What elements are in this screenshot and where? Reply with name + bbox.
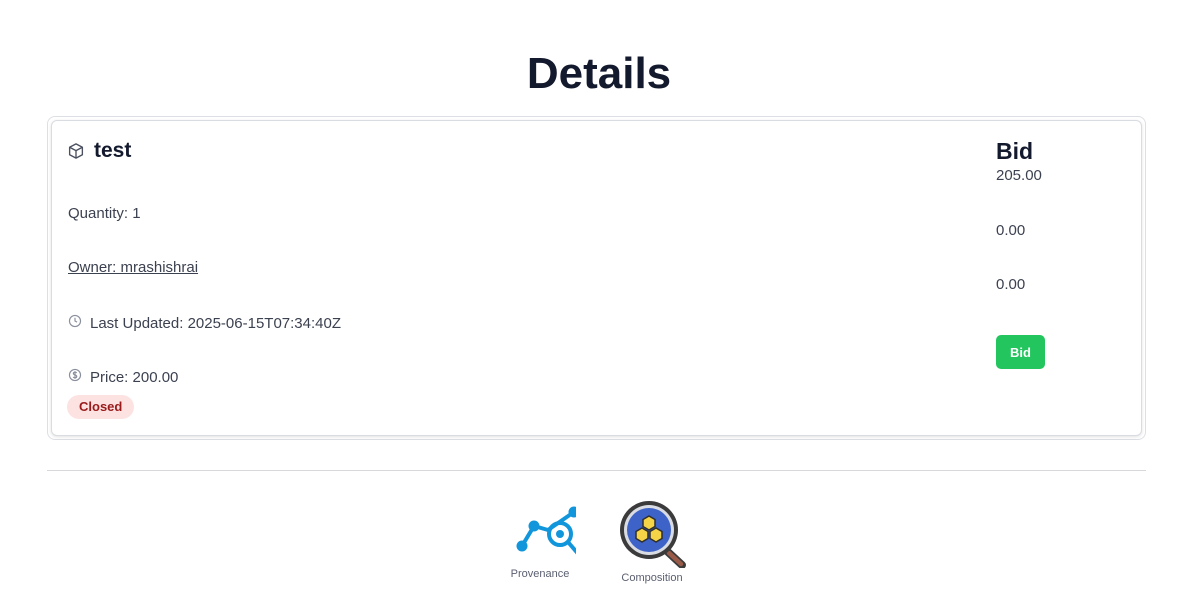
bid-heading: Bid [996,138,1034,164]
owner-link[interactable]: Owner: mrashishrai [68,259,198,277]
page-title: Details [526,49,672,98]
cube-icon [67,142,85,160]
dollar-icon [68,368,82,387]
provenance-tool[interactable]: Provenance [495,500,585,580]
provenance-icon [516,506,576,555]
price-text: Price: 200.00 [90,368,179,386]
clock-icon [68,314,82,333]
last-updated-text: Last Updated: 2025-06-15T07:34:40Z [90,314,342,332]
item-quantity: Quantity: 1 [68,205,141,222]
bid-button[interactable]: Bid [996,335,1045,369]
bid-value: 0.00 [996,276,1026,293]
provenance-label: Provenance [510,568,570,580]
last-updated: Last Updated: 2025-06-15T07:34:40Z [68,314,341,333]
bid-value: 205.00 [996,167,1042,184]
status-badge: Closed [67,395,135,419]
composition-icon [620,501,686,568]
bid-value: 0.00 [996,222,1026,239]
item-title: test [67,138,131,164]
item-name: test [94,139,132,162]
composition-label: Composition [621,572,683,584]
item-price: Price: 200.00 [68,368,178,387]
composition-tool[interactable]: Composition [607,500,697,584]
details-card [51,120,1142,436]
divider [47,470,1146,471]
